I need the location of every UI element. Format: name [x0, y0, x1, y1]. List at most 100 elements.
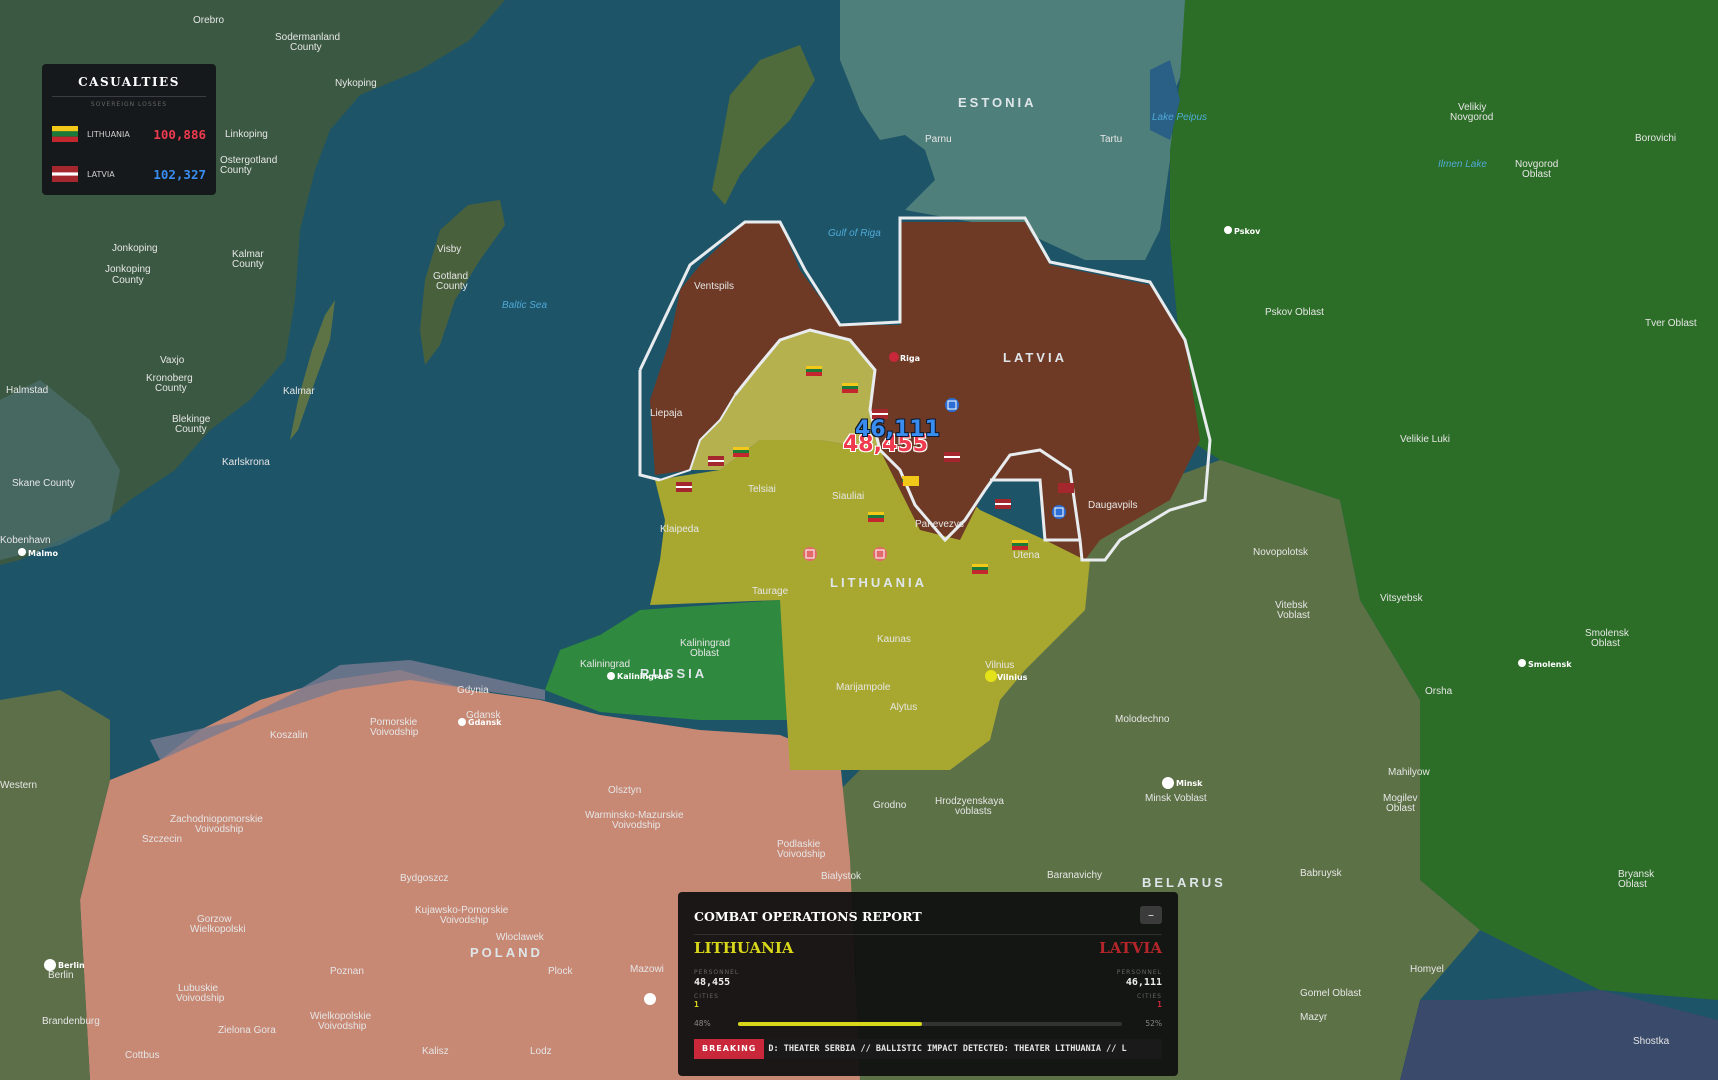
svg-text:Borovichi: Borovichi	[1635, 133, 1676, 144]
svg-text:Poznan: Poznan	[330, 966, 364, 977]
svg-text:Kalisz: Kalisz	[422, 1046, 449, 1057]
svg-text:Voivodship: Voivodship	[440, 915, 489, 926]
lithuania-unit-marker	[733, 447, 749, 457]
svg-text:Klaipeda: Klaipeda	[660, 524, 699, 535]
svg-text:Siauliai: Siauliai	[832, 491, 864, 502]
news-ticker: BREAKING D: THEATER SERBIA // BALLISTIC …	[694, 1039, 1162, 1059]
svg-text:County: County	[155, 383, 187, 394]
casualty-country-name: LITHUANIA	[87, 129, 130, 139]
casualty-country-name: LATVIA	[87, 169, 115, 179]
svg-text:Homyel: Homyel	[1410, 964, 1444, 975]
lithuania-unit-marker	[903, 476, 919, 486]
svg-text:Mahilyow: Mahilyow	[1388, 767, 1430, 778]
left-personnel-label: PERSONNEL	[694, 969, 740, 976]
svg-text:County: County	[220, 165, 252, 176]
svg-text:Velikie Luki: Velikie Luki	[1400, 434, 1450, 445]
svg-text:Alytus: Alytus	[890, 702, 917, 713]
svg-text:Malmo: Malmo	[28, 549, 58, 558]
svg-text:Koszalin: Koszalin	[270, 730, 308, 741]
svg-text:Gdansk: Gdansk	[468, 718, 502, 727]
svg-text:Mazyr: Mazyr	[1300, 1012, 1328, 1023]
svg-text:Minsk Voblast: Minsk Voblast	[1145, 793, 1207, 804]
report-divider	[694, 934, 1162, 935]
label-belarus: BELARUS	[1142, 875, 1226, 890]
casualty-row-lithuania: LITHUANIA 100,886	[52, 124, 206, 144]
right-side-name: LATVIA	[1099, 939, 1162, 957]
svg-text:Wielkopolski: Wielkopolski	[190, 924, 246, 935]
svg-text:Visby: Visby	[437, 244, 461, 255]
svg-text:Smolensk: Smolensk	[1528, 660, 1572, 669]
svg-text:Cottbus: Cottbus	[125, 1050, 159, 1061]
casualties-panel: CASUALTIES SOVEREIGN LOSSES LITHUANIA 10…	[42, 64, 216, 195]
svg-text:Voblast: Voblast	[1277, 610, 1310, 621]
svg-text:Oblast: Oblast	[1386, 803, 1415, 814]
svg-text:Panevezys: Panevezys	[915, 519, 964, 530]
svg-text:Wloclawek: Wloclawek	[496, 932, 545, 943]
svg-text:Jonkoping: Jonkoping	[105, 264, 151, 275]
left-percent: 48%	[694, 1019, 711, 1028]
svg-text:Oblast: Oblast	[1522, 169, 1551, 180]
breaking-badge: BREAKING	[694, 1039, 765, 1059]
svg-text:Bydgoszcz: Bydgoszcz	[400, 873, 448, 884]
left-side-name: LITHUANIA	[694, 939, 794, 957]
right-percent: 52%	[1145, 1019, 1162, 1028]
svg-text:Daugavpils: Daugavpils	[1088, 500, 1137, 511]
front-latvia-count: 46,111	[855, 417, 940, 442]
balance-bar-fill	[738, 1022, 923, 1026]
svg-text:Riga: Riga	[900, 354, 920, 363]
svg-text:Oblast: Oblast	[1591, 638, 1620, 649]
svg-text:Jonkoping: Jonkoping	[112, 243, 158, 254]
svg-text:Vilnius: Vilnius	[997, 673, 1028, 682]
svg-text:Orebro: Orebro	[193, 15, 225, 26]
svg-text:Tartu: Tartu	[1100, 134, 1122, 145]
svg-text:Orsha: Orsha	[1425, 686, 1453, 697]
svg-text:Ventspils: Ventspils	[694, 281, 734, 292]
svg-text:Vitsyebsk: Vitsyebsk	[1380, 593, 1424, 604]
label-ilmen-lake: Ilmen Lake	[1438, 159, 1487, 170]
svg-text:Voivodship: Voivodship	[176, 993, 225, 1004]
svg-text:voblasts: voblasts	[955, 806, 992, 817]
svg-text:Voivodship: Voivodship	[195, 824, 244, 835]
svg-text:Marijampole: Marijampole	[836, 682, 891, 693]
svg-text:Oblast: Oblast	[690, 648, 719, 659]
svg-text:Minsk: Minsk	[1176, 779, 1203, 788]
lithuania-unit-marker	[1012, 540, 1028, 550]
svg-text:Brandenburg: Brandenburg	[42, 1016, 100, 1027]
svg-text:Zielona Gora: Zielona Gora	[218, 1025, 276, 1036]
svg-text:Kaunas: Kaunas	[877, 634, 911, 645]
lithuania-unit-marker	[806, 366, 822, 376]
lithuania-unit-marker	[842, 383, 858, 393]
svg-text:Babruysk: Babruysk	[1300, 868, 1343, 879]
report-title: COMBAT OPERATIONS REPORT	[694, 909, 922, 924]
svg-text:County: County	[232, 259, 264, 270]
label-gulf-of-riga: Gulf of Riga	[828, 228, 881, 239]
svg-text:Tver Oblast: Tver Oblast	[1645, 318, 1697, 329]
lithuania-flag-icon	[52, 126, 78, 142]
svg-text:Szczecin: Szczecin	[142, 834, 182, 845]
latvia-base-icon	[945, 398, 959, 412]
svg-text:Berlin: Berlin	[58, 961, 85, 970]
svg-text:Grodno: Grodno	[873, 800, 907, 811]
svg-text:Liepaja: Liepaja	[650, 408, 683, 419]
svg-text:Voivodship: Voivodship	[612, 820, 661, 831]
svg-text:Baranavichy: Baranavichy	[1047, 870, 1102, 881]
svg-text:Gomel Oblast: Gomel Oblast	[1300, 988, 1361, 999]
svg-text:Oblast: Oblast	[1618, 879, 1647, 890]
svg-text:Novopolotsk: Novopolotsk	[1253, 547, 1309, 558]
svg-text:Voivodship: Voivodship	[370, 727, 419, 738]
label-poland: POLAND	[470, 945, 543, 960]
svg-text:Kobenhavn: Kobenhavn	[0, 535, 51, 546]
svg-text:Skane County: Skane County	[12, 478, 75, 489]
svg-text:Berlin: Berlin	[48, 970, 74, 981]
right-cities-value: 1	[1157, 1000, 1162, 1009]
svg-text:Nykoping: Nykoping	[335, 78, 377, 89]
label-baltic-sea: Baltic Sea	[502, 300, 547, 311]
svg-text:Olsztyn: Olsztyn	[608, 785, 641, 796]
combat-report-panel: COMBAT OPERATIONS REPORT – LITHUANIA LAT…	[678, 892, 1178, 1076]
svg-text:Molodechno: Molodechno	[1115, 714, 1170, 725]
label-lithuania: LITHUANIA	[830, 575, 927, 590]
svg-text:Novgorod: Novgorod	[1450, 112, 1493, 123]
lithuania-unit-marker	[868, 512, 884, 522]
minimize-button[interactable]: –	[1140, 906, 1162, 924]
label-latvia: LATVIA	[1003, 350, 1067, 365]
